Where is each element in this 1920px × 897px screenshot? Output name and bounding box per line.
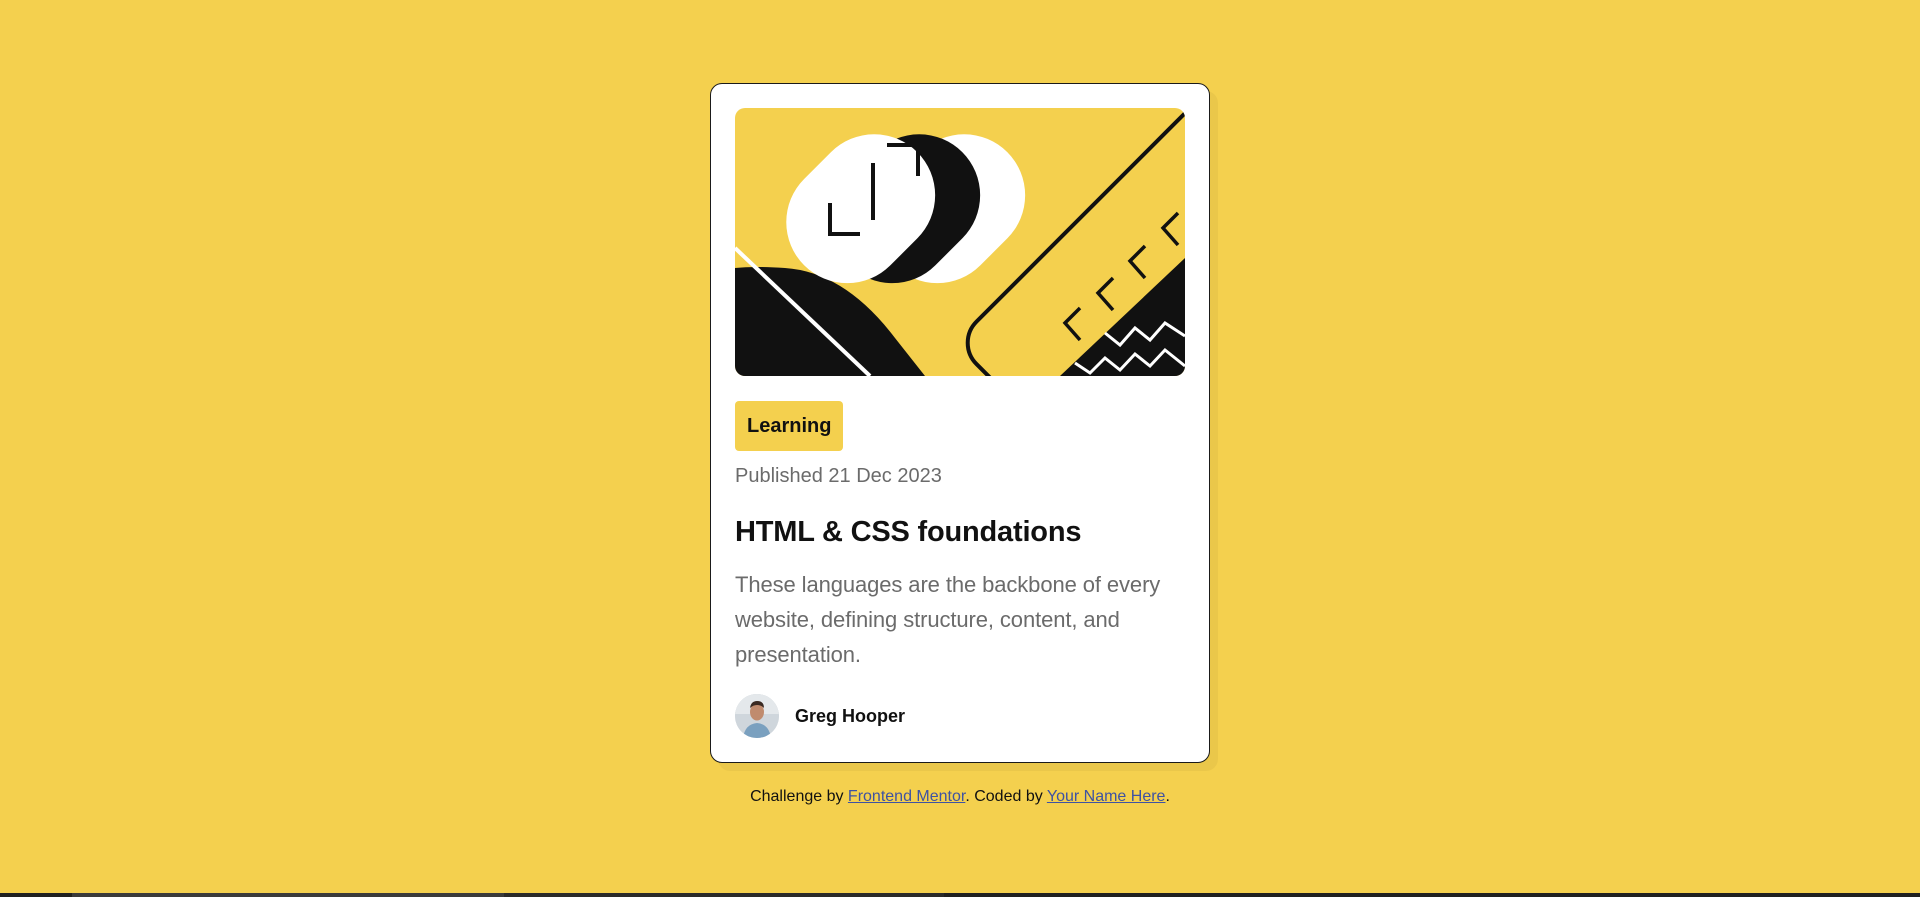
card-title[interactable]: HTML & CSS foundations [735,516,1185,549]
avatar-icon [735,694,779,738]
attribution-suffix: . [1165,788,1170,805]
author-name: Greg Hooper [795,705,906,726]
author-link[interactable]: Your Name Here [1047,788,1166,805]
page: Learning Published 21 Dec 2023 HTML & CS… [0,0,1920,897]
taskbar-segment [72,893,504,897]
attribution-middle: . Coded by [965,788,1047,805]
attribution: Challenge by Frontend Mentor. Coded by Y… [0,788,1920,806]
illustration-image [735,108,1185,376]
card-description: These languages are the backbone of ever… [735,572,1161,667]
author-info: Greg Hooper [735,694,905,738]
blog-preview-card: Learning Published 21 Dec 2023 HTML & CS… [710,83,1210,763]
taskbar-strip [0,893,1920,897]
category-tag: Learning [735,401,844,451]
published-date: Published 21 Dec 2023 [735,465,942,487]
taskbar-segment [504,893,944,897]
attribution-prefix: Challenge by [750,788,848,805]
frontend-mentor-link[interactable]: Frontend Mentor [848,788,965,805]
